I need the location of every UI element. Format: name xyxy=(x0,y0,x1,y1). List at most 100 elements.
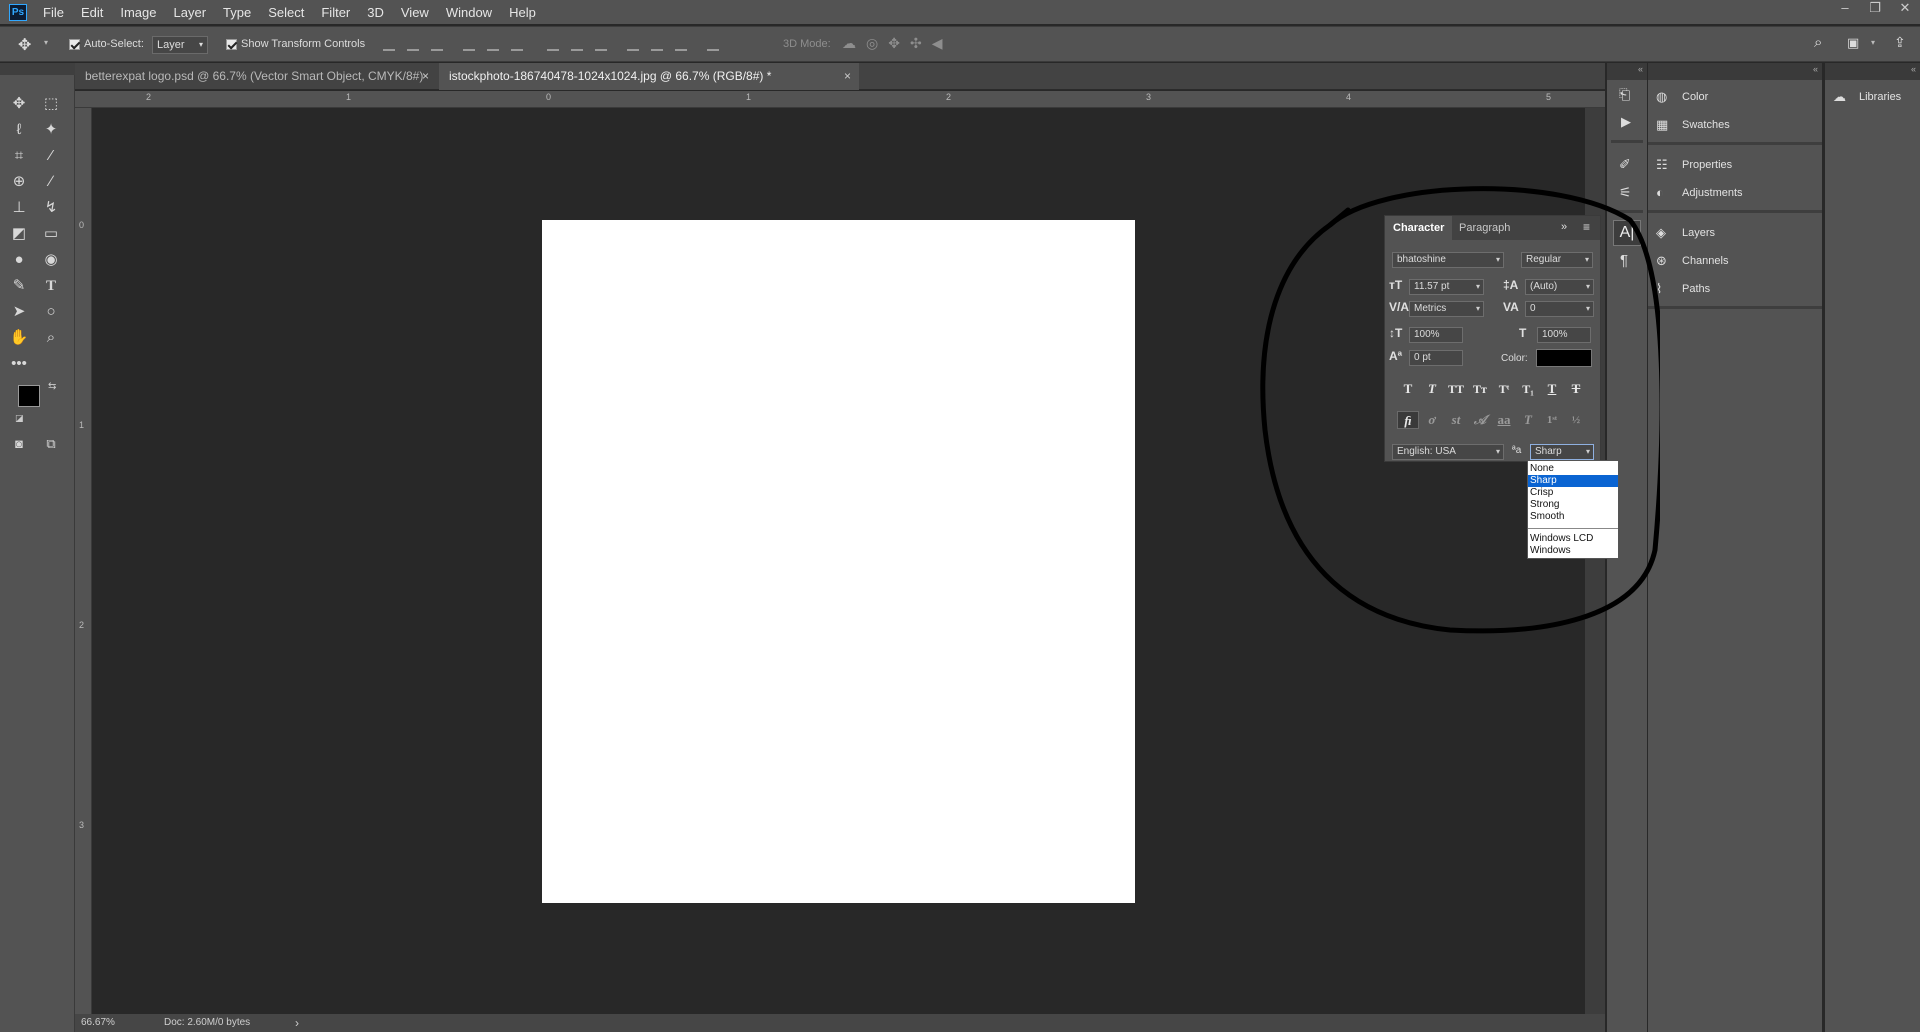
status-menu-arrow-icon[interactable]: › xyxy=(295,1016,299,1030)
tracking-chevron-icon[interactable]: ▾ xyxy=(1582,301,1594,317)
align-right-icon[interactable] xyxy=(511,37,523,51)
align-bottom-icon[interactable] xyxy=(431,37,443,51)
3d-pan-icon[interactable]: ✥ xyxy=(888,35,900,52)
distribute-top-icon[interactable] xyxy=(547,37,559,51)
pen-tool-icon[interactable]: ✎ xyxy=(6,275,32,297)
menu-layer[interactable]: Layer xyxy=(174,5,207,20)
tab-character[interactable]: Character xyxy=(1385,216,1453,240)
move-tool-icon[interactable]: ✥ xyxy=(18,35,31,55)
close-tab-icon[interactable]: × xyxy=(844,63,851,90)
panel-layers[interactable]: ◈ Layers xyxy=(1648,220,1822,246)
expand-panel-icon[interactable]: » xyxy=(1561,221,1567,233)
antialias-option-windows-lcd[interactable]: Windows LCD xyxy=(1528,533,1618,545)
more-tools-icon[interactable]: ••• xyxy=(6,353,32,375)
antialias-option-windows[interactable]: Windows xyxy=(1528,545,1618,557)
menu-type[interactable]: Type xyxy=(223,5,251,20)
faux-bold-button[interactable]: T xyxy=(1397,380,1419,398)
panel-color[interactable]: ◍ Color xyxy=(1648,84,1822,110)
panel-menu-icon[interactable]: ≡ xyxy=(1583,220,1590,234)
language-dropdown[interactable]: English: USA xyxy=(1392,444,1504,460)
character-panel-icon[interactable]: A| xyxy=(1613,220,1641,246)
distribute-vcenter-icon[interactable] xyxy=(571,37,583,51)
history-brush-icon[interactable]: ↯ xyxy=(38,197,64,219)
hand-tool-icon[interactable]: ✋ xyxy=(6,327,32,349)
close-button[interactable]: ✕ xyxy=(1890,0,1920,22)
all-caps-button[interactable]: TT xyxy=(1445,380,1467,398)
align-left-icon[interactable] xyxy=(463,37,475,51)
ruler-horizontal[interactable]: 2 1 0 1 2 3 4 5 xyxy=(75,91,1605,108)
auto-select-checkbox[interactable] xyxy=(69,38,80,50)
distribute-bottom-icon[interactable] xyxy=(595,37,607,51)
3d-roll-icon[interactable]: ◎ xyxy=(866,35,878,52)
document-page[interactable] xyxy=(542,220,1135,903)
eyedropper-icon[interactable]: ⁄ xyxy=(38,145,64,167)
history-panel-icon[interactable]: ⎗ xyxy=(1619,86,1630,103)
small-caps-button[interactable]: Tт xyxy=(1469,380,1491,398)
path-selection-icon[interactable]: ➤ xyxy=(6,301,32,323)
underline-button[interactable]: T xyxy=(1541,380,1563,398)
font-style-chevron-icon[interactable]: ▾ xyxy=(1581,252,1593,268)
zoom-level[interactable]: 66.67% xyxy=(81,1017,115,1028)
tool-preset-chevron-icon[interactable]: ▾ xyxy=(44,38,48,47)
superscript-button[interactable]: Tᵗ xyxy=(1493,380,1515,398)
3d-slide-icon[interactable]: ✣ xyxy=(910,35,922,52)
lasso-tool-icon[interactable]: ℓ xyxy=(6,119,32,141)
auto-align-icon[interactable] xyxy=(707,37,719,51)
gradient-tool-icon[interactable]: ▭ xyxy=(38,223,64,245)
horizontal-scale-field[interactable]: 100% xyxy=(1537,327,1591,343)
text-color-swatch[interactable] xyxy=(1536,349,1592,367)
menu-3d[interactable]: 3D xyxy=(367,5,384,20)
antialias-option-none[interactable]: None xyxy=(1528,463,1618,475)
ordinals-button[interactable]: 1ˢᵗ xyxy=(1541,411,1563,429)
swap-colors-icon[interactable]: ⇆ xyxy=(48,381,56,392)
fractions-button[interactable]: ½ xyxy=(1565,411,1587,429)
menu-edit[interactable]: Edit xyxy=(81,5,103,20)
3d-orbit-icon[interactable]: ☁ xyxy=(842,35,856,52)
workspace-icon[interactable]: ▣ xyxy=(1847,35,1859,51)
transform-controls-checkbox[interactable] xyxy=(226,38,237,50)
faux-italic-button[interactable]: T xyxy=(1421,380,1443,398)
panel-paths[interactable]: ⌇ Paths xyxy=(1648,276,1822,302)
minimize-button[interactable]: – xyxy=(1830,0,1860,22)
menu-help[interactable]: Help xyxy=(509,5,536,20)
menu-window[interactable]: Window xyxy=(446,5,492,20)
restore-button[interactable]: ❐ xyxy=(1860,0,1890,22)
workspace-chevron-icon[interactable]: ▾ xyxy=(1871,38,1875,47)
panel-adjustments[interactable]: ◐ Adjustments xyxy=(1648,180,1822,206)
collapse-icon[interactable]: « xyxy=(1813,64,1818,74)
subscript-button[interactable]: T₁ xyxy=(1517,380,1539,398)
auto-select-dropdown[interactable]: Layer ▾ xyxy=(152,36,208,54)
collapse-icon[interactable]: « xyxy=(1638,64,1643,74)
healing-brush-icon[interactable]: ⊕ xyxy=(6,171,32,193)
quick-mask-icon[interactable]: ◙ xyxy=(6,433,32,455)
menu-file[interactable]: File xyxy=(43,5,64,20)
menu-filter[interactable]: Filter xyxy=(321,5,350,20)
panel-libraries[interactable]: ☁ Libraries xyxy=(1825,84,1920,110)
screen-mode-icon[interactable]: ⧉ xyxy=(38,433,64,455)
photoshop-logo-icon[interactable]: Ps xyxy=(9,3,27,21)
brush-settings-panel-icon[interactable]: ✐ xyxy=(1619,156,1631,173)
align-top-icon[interactable] xyxy=(383,37,395,51)
language-chevron-icon[interactable]: ▾ xyxy=(1492,444,1504,460)
font-family-field[interactable]: bhatoshine xyxy=(1392,252,1504,268)
distribute-right-icon[interactable] xyxy=(675,37,687,51)
type-tool-icon[interactable]: T xyxy=(38,275,64,297)
tab-istockphoto[interactable]: istockphoto-186740478-1024x1024.jpg @ 66… xyxy=(439,63,859,90)
distribute-hcenter-icon[interactable] xyxy=(651,37,663,51)
kerning-chevron-icon[interactable]: ▾ xyxy=(1472,301,1484,317)
eraser-tool-icon[interactable]: ◩ xyxy=(6,223,32,245)
panel-properties[interactable]: ☷ Properties xyxy=(1648,152,1822,178)
stylistic-alternates-button[interactable]: aa xyxy=(1493,411,1515,429)
ellipse-tool-icon[interactable]: ○ xyxy=(38,301,64,323)
align-vcenter-icon[interactable] xyxy=(407,37,419,51)
foreground-color-swatch[interactable] xyxy=(18,385,40,407)
ruler-vertical[interactable]: 0 1 2 3 xyxy=(75,108,92,1014)
menu-view[interactable]: View xyxy=(401,5,429,20)
titling-alternates-button[interactable]: T xyxy=(1517,411,1539,429)
distribute-left-icon[interactable] xyxy=(627,37,639,51)
panel-channels[interactable]: ⊛ Channels xyxy=(1648,248,1822,274)
menu-image[interactable]: Image xyxy=(120,5,156,20)
antialias-option-sharp[interactable]: Sharp xyxy=(1528,475,1618,487)
close-tab-icon[interactable]: × xyxy=(422,63,429,90)
tool-presets-panel-icon[interactable]: ⚟ xyxy=(1619,184,1632,201)
